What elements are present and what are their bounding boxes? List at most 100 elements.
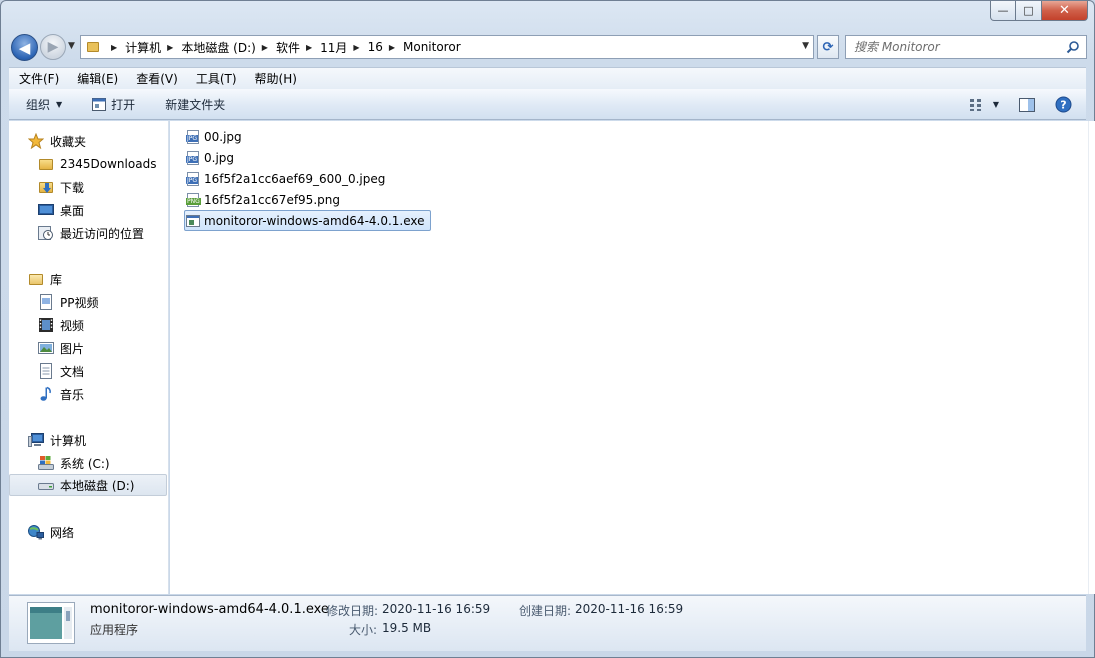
- sidebar-item-label: 本地磁盘 (D:): [60, 478, 135, 493]
- details-created-value: 2020-11-16 16:59: [575, 602, 684, 616]
- sidebar-libraries-label: 库: [50, 272, 63, 287]
- sidebar-item-pp-video[interactable]: PP视频: [9, 291, 167, 313]
- menu-tools[interactable]: 工具(T): [186, 70, 245, 87]
- menu-file[interactable]: 文件(F): [9, 70, 67, 87]
- details-file-name: monitoror-windows-amd64-4.0.1.exe: [90, 602, 329, 617]
- navigation-pane: 收藏夹 2345Downloads 下载 桌面 最近访问的位置 库 PP视频 视…: [9, 121, 169, 594]
- sidebar-libraries[interactable]: 库: [9, 268, 167, 290]
- breadcrumb-monitoror[interactable]: Monitoror: [403, 36, 461, 58]
- sidebar-item-local-disk-d[interactable]: 本地磁盘 (D:): [9, 474, 167, 496]
- sidebar-item-label: PP视频: [60, 295, 99, 310]
- breadcrumb-label: 计算机: [125, 40, 162, 55]
- back-button[interactable]: ◀: [11, 34, 38, 61]
- sidebar-item-label: 音乐: [60, 387, 85, 402]
- file-name: 16f5f2a1cc6aef69_600_0.jpeg: [204, 172, 386, 186]
- sidebar-item-music[interactable]: 音乐: [9, 383, 167, 405]
- caption-buttons: — □ ✕: [990, 1, 1088, 21]
- sidebar-item-label: 下载: [60, 180, 85, 195]
- sidebar-item-documents[interactable]: 文档: [9, 360, 167, 382]
- help-button[interactable]: ?: [1055, 96, 1072, 113]
- menu-view[interactable]: 查看(V): [126, 70, 186, 87]
- network-icon: [28, 524, 44, 540]
- file-item[interactable]: 16f5f2a1cc67ef95.png: [185, 190, 345, 210]
- sidebar-favorites[interactable]: 收藏夹: [9, 130, 167, 152]
- breadcrumb-software[interactable]: 软件 ▶: [276, 36, 320, 58]
- sidebar-item-downloads[interactable]: 下载: [9, 176, 167, 198]
- breadcrumb-computer[interactable]: 计算机 ▶: [125, 36, 181, 58]
- menu-bar: 文件(F) 编辑(E) 查看(V) 工具(T) 帮助(H): [9, 67, 1086, 89]
- breadcrumb-november[interactable]: 11月 ▶: [320, 36, 367, 58]
- change-view-button[interactable]: ▼: [969, 98, 999, 112]
- minimize-button[interactable]: —: [990, 1, 1016, 21]
- sidebar-item-videos[interactable]: 视频: [9, 314, 167, 336]
- sidebar-computer[interactable]: 计算机: [9, 429, 167, 451]
- recent-pages-dropdown[interactable]: ▼: [68, 41, 75, 51]
- sidebar-favorites-label: 收藏夹: [50, 134, 87, 149]
- file-item[interactable]: 00.jpg: [185, 127, 247, 147]
- folder-icon: [87, 42, 99, 52]
- chevron-down-icon: ▼: [992, 100, 999, 109]
- file-item-selected[interactable]: monitoror-windows-amd64-4.0.1.exe: [184, 210, 431, 231]
- open-button[interactable]: 打开: [72, 89, 145, 119]
- menu-help[interactable]: 帮助(H): [245, 70, 305, 87]
- sidebar-item-desktop[interactable]: 桌面: [9, 199, 167, 221]
- sidebar-network[interactable]: 网络: [9, 521, 167, 543]
- document-icon: [38, 294, 54, 310]
- address-history-dropdown[interactable]: ▼: [802, 41, 809, 51]
- close-button[interactable]: ✕: [1042, 1, 1088, 21]
- preview-pane-button[interactable]: [1019, 97, 1035, 112]
- organize-button[interactable]: 组织 ▼: [9, 89, 72, 119]
- breadcrumb-local-disk-d[interactable]: 本地磁盘 (D:) ▶: [181, 36, 276, 58]
- recent-places-icon: [38, 225, 54, 241]
- sidebar-item-recent-places[interactable]: 最近访问的位置: [9, 222, 167, 244]
- breadcrumb-root-arrow[interactable]: ▶: [105, 36, 125, 58]
- navigation-bar: ◀ ▶ ▼ ▶ 计算机 ▶ 本地磁盘 (D:) ▶ 软件 ▶ 11月 ▶ 16 ▶ Mon…: [9, 31, 1087, 61]
- command-bar: 组织 ▼ 打开 新建文件夹 ▼ ?: [9, 89, 1086, 120]
- breadcrumb-label: 软件: [275, 40, 300, 55]
- file-name: 16f5f2a1cc67ef95.png: [204, 193, 340, 207]
- sidebar-item-label: 图片: [60, 341, 85, 356]
- new-folder-button[interactable]: 新建文件夹: [145, 89, 235, 119]
- search-box[interactable]: [845, 35, 1087, 59]
- open-label: 打开: [111, 97, 136, 112]
- downloads-folder-icon: [38, 179, 54, 195]
- music-note-icon: [38, 386, 54, 402]
- exe-file-icon: [185, 213, 201, 229]
- breadcrumb-16[interactable]: 16 ▶: [368, 36, 403, 58]
- help-icon: ?: [1055, 96, 1072, 113]
- sidebar-item-2345downloads[interactable]: 2345Downloads: [9, 153, 167, 175]
- preview-pane-icon: [1019, 97, 1035, 112]
- breadcrumb-label: 11月: [320, 40, 348, 55]
- chevron-down-icon: ▼: [56, 99, 63, 109]
- libraries-icon: [28, 271, 44, 287]
- address-bar[interactable]: ▶ 计算机 ▶ 本地磁盘 (D:) ▶ 软件 ▶ 11月 ▶ 16 ▶ Monitoror…: [80, 35, 814, 59]
- film-icon: [38, 317, 54, 333]
- system-drive-icon: [38, 455, 54, 471]
- search-input[interactable]: [854, 40, 1054, 54]
- maximize-button[interactable]: □: [1016, 1, 1042, 21]
- jpg-file-icon: [185, 150, 201, 166]
- details-size-value: 19.5 MB: [382, 621, 432, 635]
- sidebar-item-system-c[interactable]: 系统 (C:): [9, 452, 167, 474]
- folder-icon: [38, 156, 54, 172]
- file-name: 00.jpg: [204, 130, 242, 144]
- explorer-window: — □ ✕ ◀ ▶ ▼ ▶ 计算机 ▶ 本地磁盘 (D:) ▶ 软件 ▶ 11月 ▶ 1…: [0, 0, 1095, 658]
- details-size-label: 大小:: [349, 623, 378, 637]
- star-icon: [27, 132, 45, 150]
- file-item[interactable]: 16f5f2a1cc6aef69_600_0.jpeg: [185, 169, 390, 189]
- refresh-button[interactable]: ⟳: [817, 35, 839, 59]
- menu-edit[interactable]: 编辑(E): [67, 70, 126, 87]
- jpg-file-icon: [185, 129, 201, 145]
- open-window-icon: [92, 97, 107, 111]
- png-file-icon: [185, 192, 201, 208]
- details-pane: monitoror-windows-amd64-4.0.1.exe 应用程序 修…: [9, 595, 1086, 651]
- search-icon[interactable]: [1066, 40, 1080, 54]
- sidebar-item-pictures[interactable]: 图片: [9, 337, 167, 359]
- details-modified-label: 修改日期:: [326, 604, 379, 618]
- forward-button[interactable]: ▶: [40, 34, 66, 60]
- application-thumbnail: [27, 602, 75, 644]
- content-pane-edge: [1088, 121, 1095, 594]
- file-item[interactable]: 0.jpg: [185, 148, 239, 168]
- sidebar-item-label: 视频: [60, 318, 85, 333]
- details-created-label: 创建日期:: [519, 604, 572, 618]
